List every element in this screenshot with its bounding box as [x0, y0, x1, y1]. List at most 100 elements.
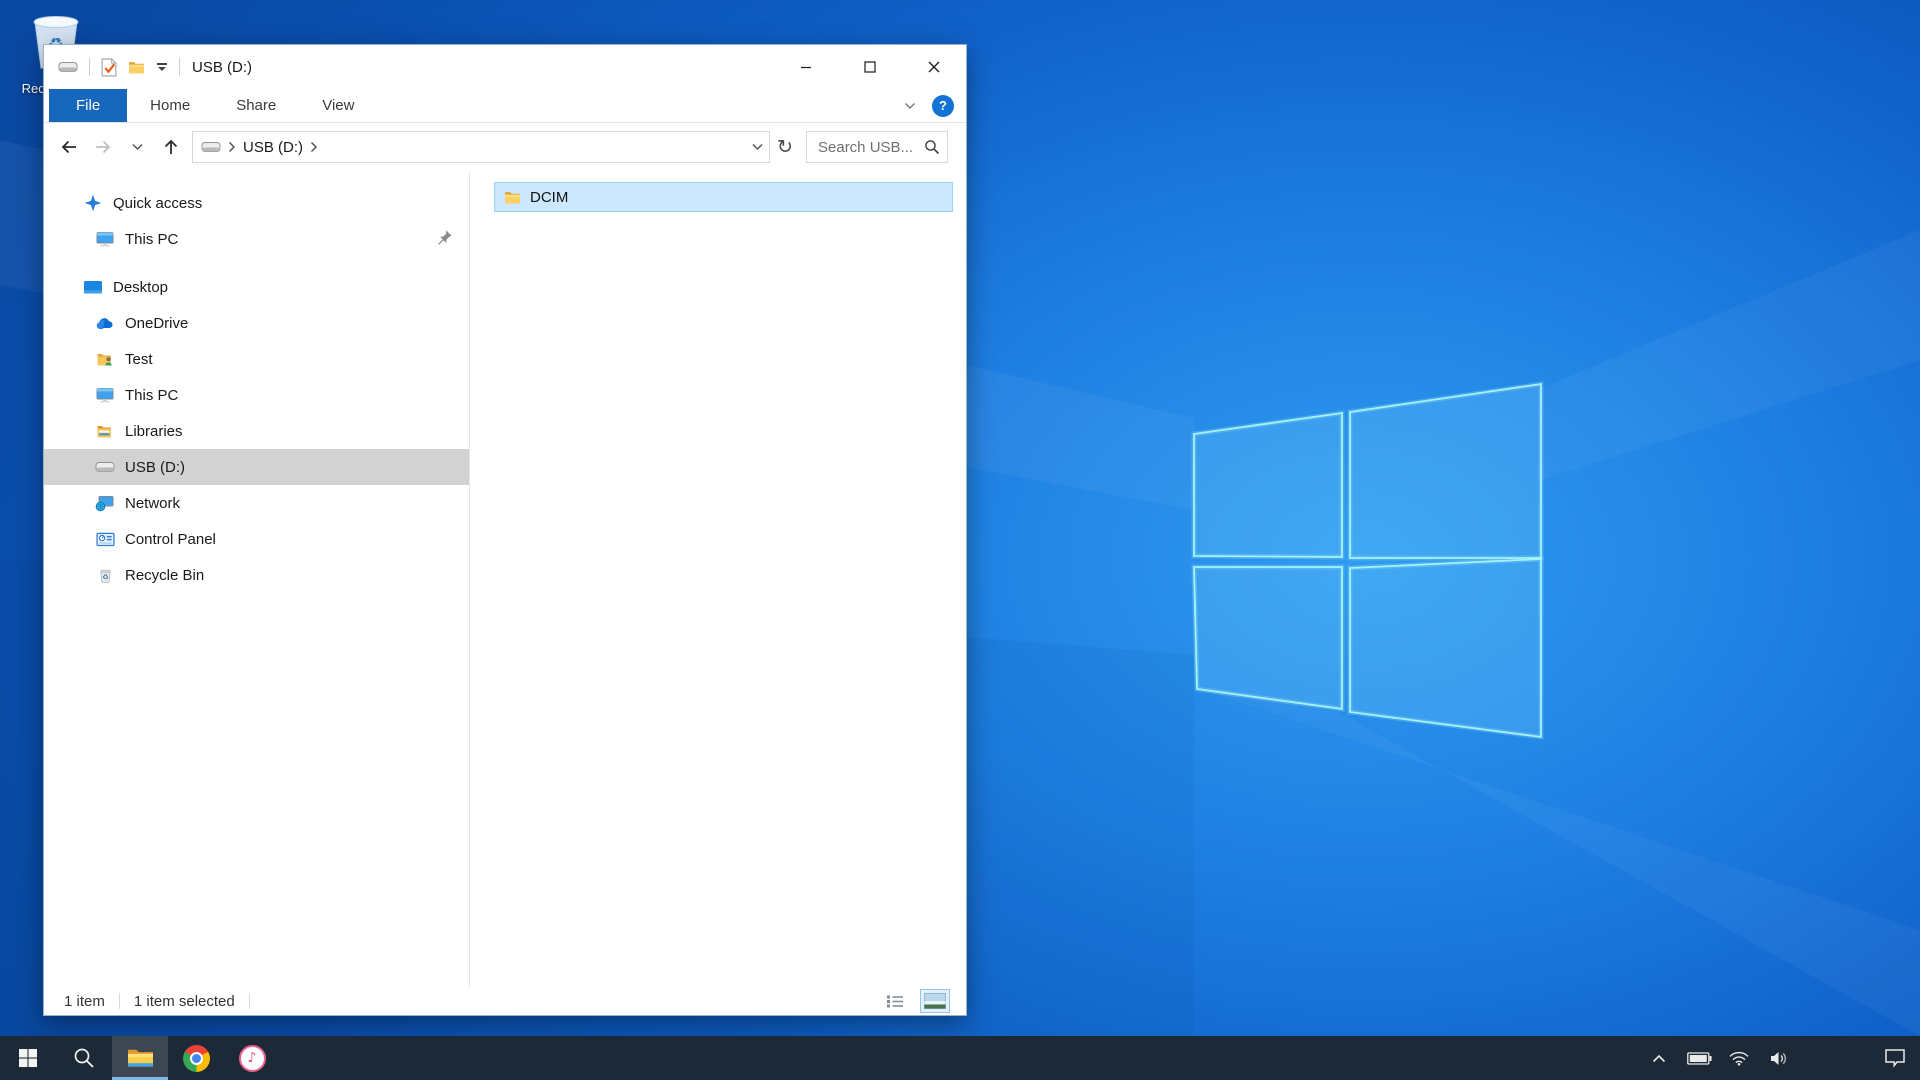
address-bar[interactable]: USB (D:)	[192, 131, 770, 163]
sidebar-item-this-pc[interactable]: This PC	[44, 377, 469, 413]
onedrive-cloud-icon	[94, 312, 116, 334]
taskbar-search-button[interactable]	[56, 1036, 112, 1080]
sidebar-item-label: Control Panel	[125, 531, 216, 548]
breadcrumb-location[interactable]: USB (D:)	[243, 139, 303, 156]
status-bar: 1 item 1 item selected	[44, 987, 966, 1015]
new-folder-icon[interactable]	[128, 60, 145, 74]
breadcrumb-chevron-icon[interactable]	[310, 141, 318, 153]
minimize-button[interactable]	[774, 45, 838, 89]
libraries-icon	[94, 420, 116, 442]
usb-drive-icon	[94, 456, 116, 478]
taskbar-file-explorer-button[interactable]	[112, 1036, 168, 1080]
large-icons-view-icon	[924, 993, 946, 1009]
expand-ribbon-icon[interactable]	[904, 102, 916, 110]
taskbar-chrome-button[interactable]	[168, 1036, 224, 1080]
up-arrow-icon	[161, 137, 181, 157]
search-input[interactable]	[816, 138, 924, 157]
sidebar-item-onedrive[interactable]: OneDrive	[44, 305, 469, 341]
search-icon[interactable]	[924, 139, 940, 155]
file-explorer-icon	[127, 1047, 154, 1069]
back-arrow-icon	[59, 137, 79, 157]
start-button[interactable]	[0, 1036, 56, 1080]
sidebar-item-control-panel[interactable]: Control Panel	[44, 521, 469, 557]
chrome-icon	[183, 1045, 210, 1072]
sidebar-item-test[interactable]: Test	[44, 341, 469, 377]
quick-access-toolbar	[44, 58, 180, 77]
navigation-pane: Quick access This PC	[44, 171, 470, 987]
tray-overflow-button[interactable]	[1646, 1036, 1672, 1080]
screen: ♻ Recycle Bin	[0, 0, 1920, 1080]
sidebar-item-label: This PC	[125, 387, 178, 404]
control-panel-icon	[94, 528, 116, 550]
maximize-button[interactable]	[838, 45, 902, 89]
window-body: Quick access This PC	[44, 171, 966, 987]
tab-home[interactable]: Home	[127, 89, 213, 122]
sidebar-item-label: Test	[125, 351, 153, 368]
tab-share[interactable]: Share	[213, 89, 299, 122]
close-button[interactable]	[902, 45, 966, 89]
sidebar-item-label: Desktop	[113, 279, 168, 296]
forward-arrow-icon	[93, 137, 113, 157]
quick-access-star-icon	[82, 192, 104, 214]
status-separator	[249, 993, 250, 1009]
drive-crumb-icon	[201, 141, 221, 154]
recent-locations-button[interactable]	[120, 130, 154, 164]
folder-icon	[504, 190, 521, 204]
action-center-icon	[1884, 1048, 1906, 1068]
selection-count: 1 item selected	[134, 993, 235, 1010]
up-button[interactable]	[154, 130, 188, 164]
sidebar-item-this-pc-pinned[interactable]: This PC	[44, 221, 469, 257]
sidebar-item-desktop[interactable]: Desktop	[44, 269, 469, 305]
tab-file[interactable]: File	[49, 89, 127, 122]
system-tray	[1646, 1036, 1920, 1080]
refresh-button[interactable]: ↻	[770, 131, 800, 163]
address-dropdown-icon[interactable]	[752, 143, 763, 151]
file-list-pane[interactable]: DCIM	[470, 171, 966, 987]
refresh-icon: ↻	[777, 136, 793, 159]
network-icon	[94, 492, 116, 514]
forward-button[interactable]	[86, 130, 120, 164]
sidebar-item-recycle-bin[interactable]: ♻ Recycle Bin	[44, 557, 469, 593]
properties-check-document-icon[interactable]	[101, 58, 117, 77]
sidebar-item-label: OneDrive	[125, 315, 188, 332]
this-pc-icon	[94, 228, 116, 250]
user-folder-icon	[94, 348, 116, 370]
customize-quick-access-toolbar-icon[interactable]	[156, 63, 168, 71]
battery-icon	[1687, 1052, 1712, 1065]
help-icon[interactable]: ?	[932, 95, 954, 117]
pin-icon	[436, 229, 453, 250]
breadcrumb-chevron-icon[interactable]	[228, 141, 236, 153]
sidebar-item-label: Libraries	[125, 423, 183, 440]
details-view-button[interactable]	[880, 989, 910, 1013]
window-controls	[774, 45, 966, 89]
file-name: DCIM	[530, 189, 568, 206]
titlebar-separator	[89, 58, 90, 76]
wifi-icon	[1729, 1051, 1749, 1066]
back-button[interactable]	[52, 130, 86, 164]
sidebar-item-label: Network	[125, 495, 180, 512]
close-icon	[928, 61, 940, 73]
sidebar-item-label: USB (D:)	[125, 459, 185, 476]
start-windows-icon	[19, 1049, 37, 1067]
file-item-dcim[interactable]: DCIM	[494, 182, 953, 212]
svg-text:♻: ♻	[102, 572, 109, 581]
tab-view[interactable]: View	[299, 89, 377, 122]
itunes-icon: ♪	[239, 1045, 266, 1072]
battery-status[interactable]	[1686, 1036, 1712, 1080]
sidebar-item-network[interactable]: Network	[44, 485, 469, 521]
titlebar: USB (D:)	[44, 45, 966, 89]
sidebar-item-quick-access[interactable]: Quick access	[44, 185, 469, 221]
details-view-icon	[886, 994, 904, 1009]
sidebar-item-libraries[interactable]: Libraries	[44, 413, 469, 449]
sidebar-item-usb-drive[interactable]: USB (D:)	[44, 449, 469, 485]
chevron-down-icon	[132, 143, 143, 151]
large-icons-view-button[interactable]	[920, 989, 950, 1013]
status-separator	[119, 993, 120, 1009]
action-center-button[interactable]	[1882, 1036, 1908, 1080]
search-box[interactable]	[806, 131, 948, 163]
view-switcher	[880, 989, 950, 1013]
volume-status[interactable]	[1766, 1036, 1792, 1080]
network-status[interactable]	[1726, 1036, 1752, 1080]
desktop-icon	[82, 276, 104, 298]
taskbar-itunes-button[interactable]: ♪	[224, 1036, 280, 1080]
